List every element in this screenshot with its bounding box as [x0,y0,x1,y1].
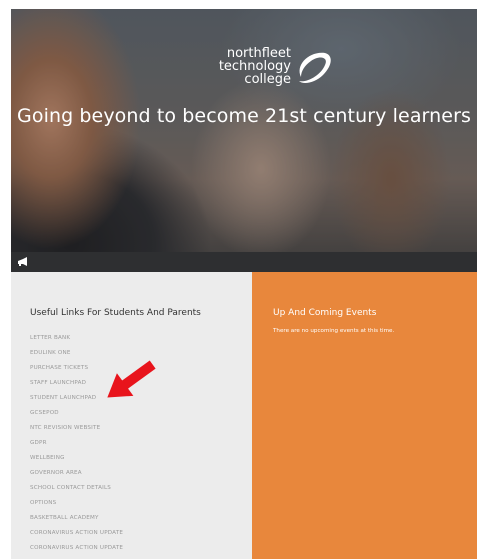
hero-bar [11,252,477,272]
logo-line-3: college [244,72,291,87]
link-basketball-academy[interactable]: BASKETBALL ACADEMY [30,511,123,526]
link-coronavirus-action-update-2[interactable]: CORONAVIRUS ACTION UPDATE [30,541,123,556]
link-options[interactable]: OPTIONS [30,496,123,511]
megaphone-icon[interactable] [17,257,29,267]
link-gcsepod[interactable]: GCSEPOD [30,406,123,421]
hero-tagline: Going beyond to become 21st century lear… [17,105,471,127]
events-title: Up And Coming Events [273,308,377,318]
link-governor-area[interactable]: GOVERNOR AREA [30,466,123,481]
link-wellbeing[interactable]: WELLBEING [30,451,123,466]
useful-links-title: Useful Links For Students And Parents [30,308,201,318]
logo-text: northfleet technology college [219,47,291,86]
link-edulink-one[interactable]: EDULINK ONE [30,346,123,361]
useful-links-panel: Useful Links For Students And Parents LE… [11,272,252,559]
link-school-contact-details[interactable]: SCHOOL CONTACT DETAILS [30,481,123,496]
hero-banner: northfleet technology college Going beyo… [11,9,477,252]
events-panel: Up And Coming Events There are no upcomi… [252,272,477,559]
link-coronavirus-action-update[interactable]: CORONAVIRUS ACTION UPDATE [30,526,123,541]
college-logo[interactable]: northfleet technology college [200,47,335,99]
red-arrow-icon [107,360,156,398]
link-gdpr[interactable]: GDPR [30,436,123,451]
link-ntc-revision-website[interactable]: NTC REVISION WEBSITE [30,421,123,436]
link-letter-bank[interactable]: LETTER BANK [30,331,123,346]
logo-swoosh-icon [299,52,331,83]
events-empty-message: There are no upcoming events at this tim… [273,328,395,334]
